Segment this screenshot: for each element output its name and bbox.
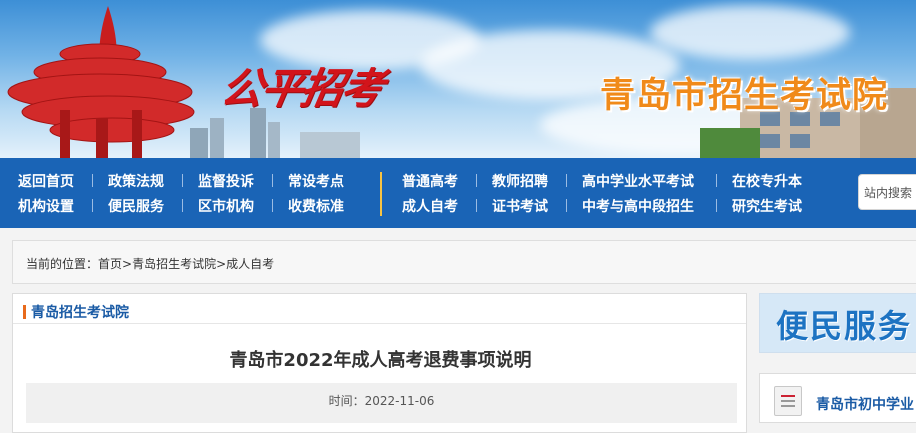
nav-divider [92, 174, 93, 187]
nav-divider [566, 174, 567, 187]
breadcrumb: 当前的位置：首页>青岛招生考试院>成人自考 [12, 240, 916, 284]
nav-divider [716, 174, 717, 187]
site-title: 青岛市招生考试院 [600, 76, 889, 116]
nav-services[interactable]: 便民服务 [108, 196, 164, 216]
section-label[interactable]: 青岛招生考试院 [31, 305, 129, 321]
nav-complaints[interactable]: 监督投诉 [198, 171, 254, 191]
nav-divider [272, 174, 273, 187]
breadcrumb-separator: > [216, 257, 227, 271]
nav-exam-sites[interactable]: 常设考点 [288, 171, 344, 191]
panel-header: 青岛招生考试院 [13, 294, 746, 324]
nav-divider [716, 199, 717, 212]
breadcrumb-home[interactable]: 首页 [98, 257, 122, 271]
nav-organization[interactable]: 机构设置 [18, 196, 74, 216]
nav-fees[interactable]: 收费标准 [288, 196, 344, 216]
sidebar-link-junior-exam[interactable]: 青岛市初中学业 [816, 394, 914, 414]
breadcrumb-level2[interactable]: 成人自考 [226, 257, 274, 271]
nav-divider [566, 199, 567, 212]
nav-divider [272, 199, 273, 212]
nav-divider [182, 174, 183, 187]
qingdao-sculpture-logo [7, 6, 195, 158]
site-search-input[interactable]: 站内搜索 [858, 174, 916, 210]
nav-divider [476, 174, 477, 187]
nav-gold-divider [380, 172, 382, 216]
header-banner: 公平招考 青岛市招生考试院 [0, 0, 916, 158]
nav-zhongkao[interactable]: 中考与高中段招生 [582, 196, 694, 216]
nav-divider [182, 199, 183, 212]
sidebar-banner-title: 便民服务 [776, 307, 913, 345]
slogan-calligraphy: 公平招考 [217, 64, 386, 113]
breadcrumb-level1[interactable]: 青岛招生考试院 [132, 257, 216, 271]
nav-gaokao[interactable]: 普通高考 [402, 171, 458, 191]
convenience-services-banner[interactable]: 便民服务 [759, 293, 916, 353]
article-title: 青岛市2022年成人高考退费事项说明 [229, 350, 532, 371]
nav-cert-exam[interactable]: 证书考试 [492, 196, 548, 216]
publish-time: 时间：2022-11-06 [328, 394, 435, 408]
main-nav: 返回首页 政策法规 监督投诉 常设考点 机构设置 便民服务 区市机构 收费标准 … [0, 158, 916, 228]
cloud [650, 5, 850, 60]
nav-district-orgs[interactable]: 区市机构 [198, 196, 254, 216]
article-panel: 青岛招生考试院 青岛市2022年成人高考退费事项说明 时间：2022-11-06 [12, 293, 747, 433]
sidebar-link-box: 青岛市初中学业 [759, 373, 916, 423]
nav-teacher-recruit[interactable]: 教师招聘 [492, 171, 548, 191]
nav-divider [476, 199, 477, 212]
nav-self-study[interactable]: 成人自考 [402, 196, 458, 216]
nav-divider [92, 199, 93, 212]
article-meta: 时间：2022-11-06 [26, 383, 737, 423]
nav-upgrade[interactable]: 在校专升本 [732, 171, 802, 191]
accent-bar [23, 305, 26, 319]
nav-graduate[interactable]: 研究生考试 [732, 196, 802, 216]
breadcrumb-prefix: 当前的位置： [26, 257, 99, 271]
breadcrumb-separator: > [122, 257, 133, 271]
nav-home[interactable]: 返回首页 [18, 171, 74, 191]
nav-policies[interactable]: 政策法规 [108, 171, 164, 191]
nav-academic-test[interactable]: 高中学业水平考试 [582, 171, 694, 191]
